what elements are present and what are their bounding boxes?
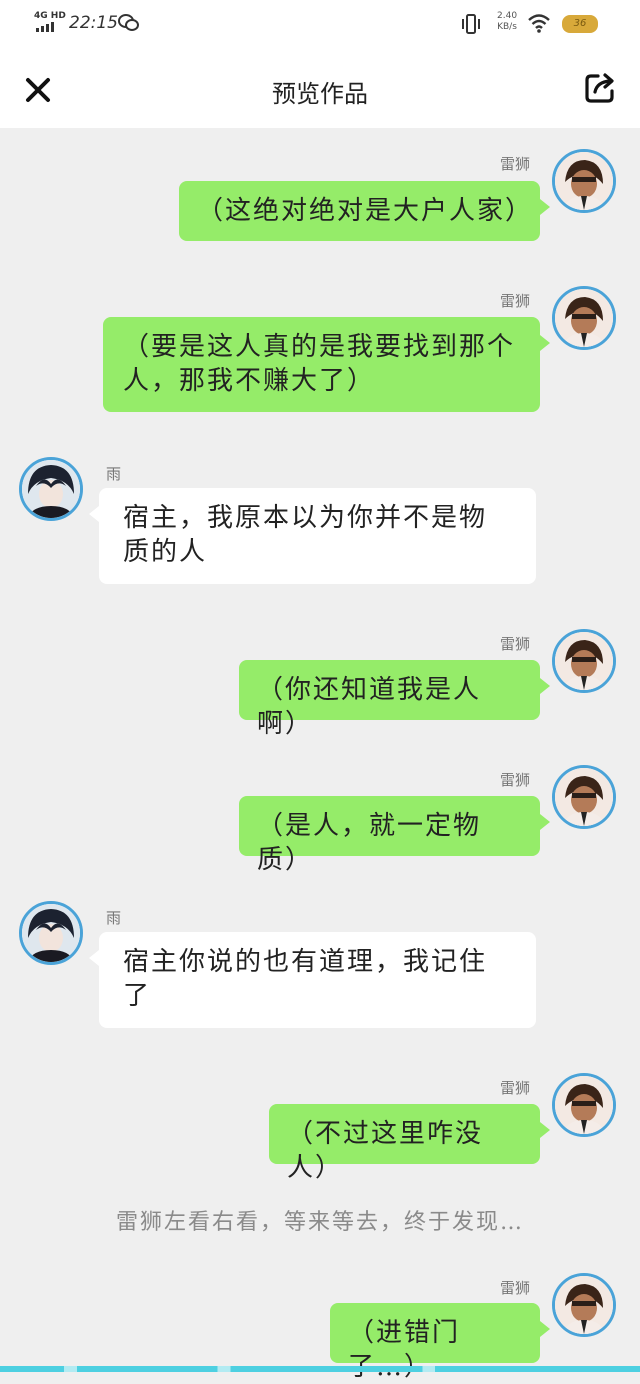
wechat-icon	[118, 14, 139, 31]
avatar-leishi-icon	[555, 632, 613, 690]
avatar-yu-icon	[22, 460, 80, 518]
network-indicator: 4G HD	[34, 11, 66, 21]
avatar-yu-icon	[22, 904, 80, 962]
speed-value: 2.40	[497, 11, 518, 21]
chat-bubble-other: 宿主，我原本以为你并不是物质的人	[89, 488, 536, 584]
sender-name: 雷狮	[500, 292, 531, 310]
network-speed: 2.40 KB/s	[497, 11, 517, 33]
avatar-leishi-icon	[555, 152, 613, 210]
chat-bubble-mine: （进错门了…）	[330, 1303, 550, 1382]
chat-bubble-mine: （你还知道我是人啊）	[239, 660, 550, 739]
sender-name: 雷狮	[500, 155, 531, 173]
signal-icon	[36, 22, 54, 32]
avatar-leishi[interactable]	[552, 1273, 616, 1337]
sender-name: 雨	[106, 465, 122, 483]
bottom-toolbar-edge	[0, 1366, 640, 1372]
avatar-yu[interactable]	[19, 901, 83, 965]
sender-name: 雨	[106, 909, 122, 927]
avatar-leishi-icon	[555, 289, 613, 347]
sender-name: 雷狮	[500, 771, 531, 789]
avatar-leishi[interactable]	[552, 1073, 616, 1137]
wifi-icon	[528, 14, 550, 33]
share-icon[interactable]	[582, 70, 618, 106]
avatar-yu[interactable]	[19, 457, 83, 521]
avatar-leishi[interactable]	[552, 629, 616, 693]
sender-name: 雷狮	[500, 1279, 531, 1297]
chat-bubble-mine: （要是这人真的是我要找到那个人，那我不赚大了）	[103, 317, 550, 412]
chat-bubble-mine: （是人，就一定物质）	[239, 796, 550, 875]
page-title: 预览作品	[272, 80, 368, 108]
sender-name: 雷狮	[500, 1079, 531, 1097]
chat-bubble-mine: （这绝对绝对是大户人家）	[179, 181, 550, 241]
avatar-leishi-icon	[555, 1276, 613, 1334]
avatar-leishi[interactable]	[552, 765, 616, 829]
avatar-leishi-icon	[555, 768, 613, 826]
avatar-leishi[interactable]	[552, 149, 616, 213]
header: 预览作品	[0, 50, 640, 128]
speed-unit: KB/s	[497, 22, 517, 32]
avatar-leishi-icon	[555, 1076, 613, 1134]
chat-bubble-other: 宿主你说的也有道理，我记住了	[89, 932, 536, 1028]
battery-icon: 36	[562, 15, 598, 33]
avatar-leishi[interactable]	[552, 286, 616, 350]
chat-bubble-mine: （不过这里咋没人）	[269, 1104, 550, 1183]
sender-name: 雷狮	[500, 635, 531, 653]
vibrate-icon	[462, 14, 480, 34]
status-bar: 4G HD 22:15 2.40 KB/s 36	[0, 0, 640, 50]
narration-text: 雷狮左看右看，等来等去，终于发现…	[115, 1210, 524, 1235]
status-time: 22:15	[69, 13, 118, 33]
